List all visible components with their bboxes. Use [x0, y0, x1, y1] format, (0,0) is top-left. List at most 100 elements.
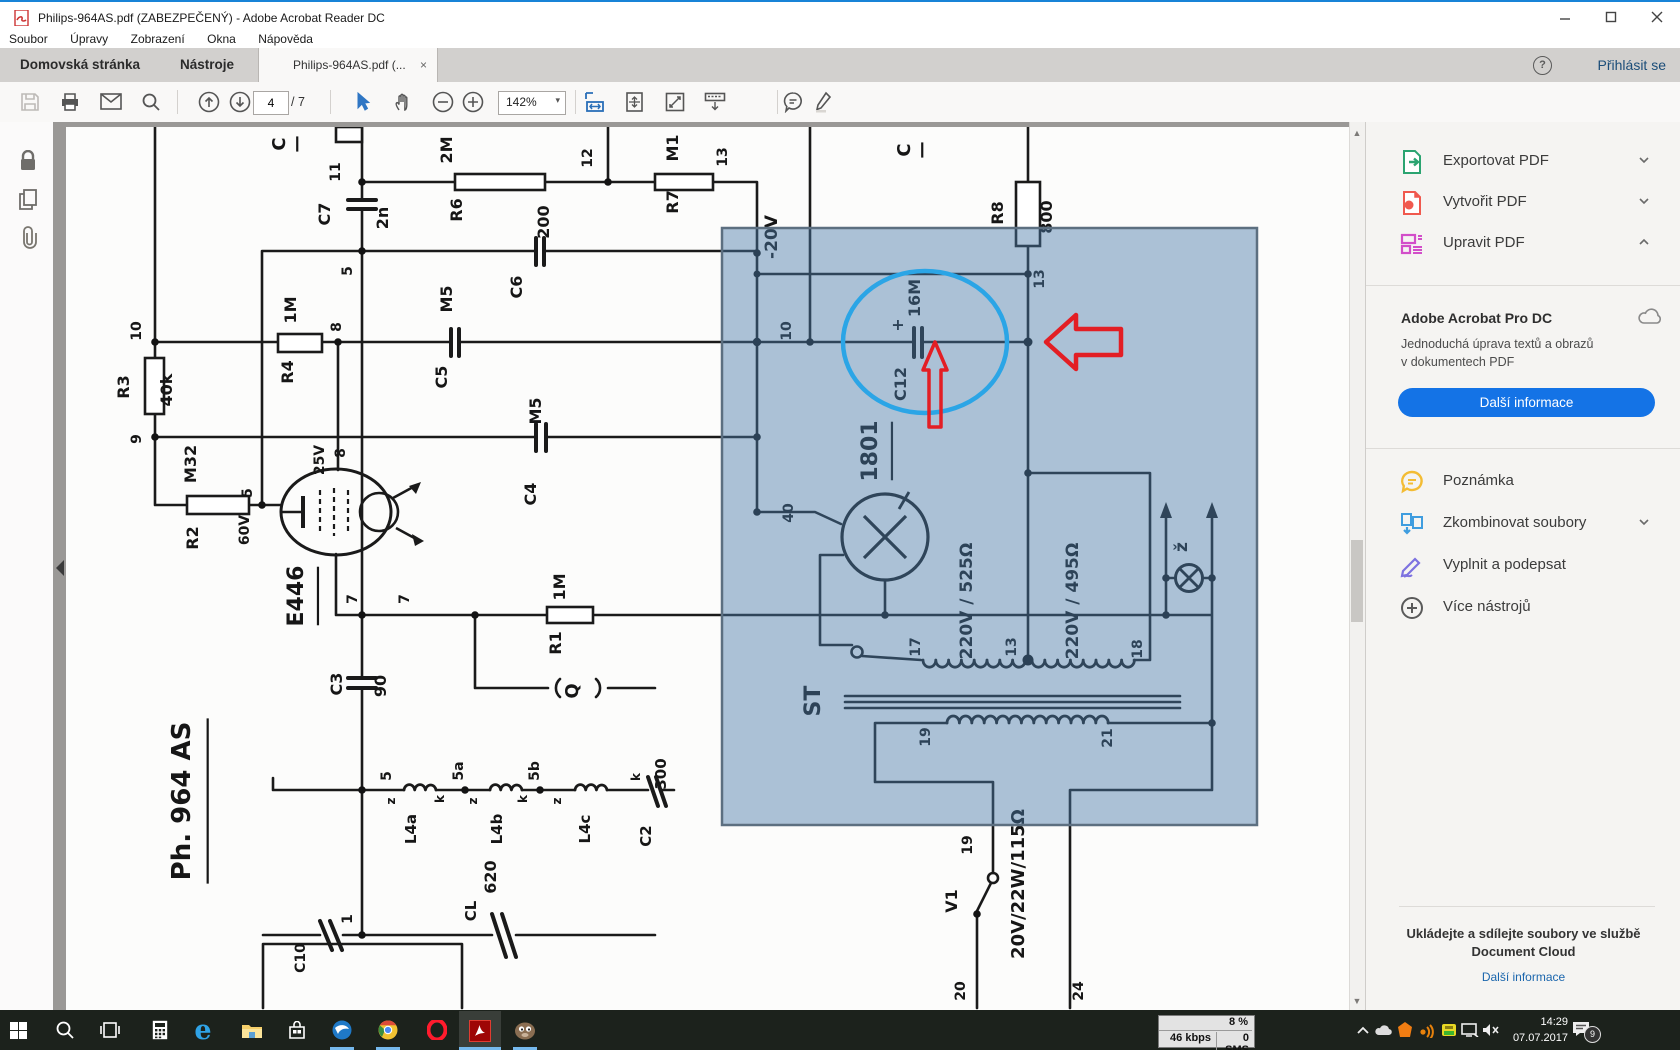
tab-home[interactable]: Domovská stránka	[20, 48, 140, 82]
fill-sign-icon	[1399, 553, 1425, 579]
paperclip-icon[interactable]	[17, 226, 39, 250]
avast-icon[interactable]	[1394, 1010, 1416, 1050]
comment-tool-icon[interactable]	[776, 82, 810, 122]
sign-in-link[interactable]: Přihlásit se	[1598, 48, 1666, 82]
tool-create-pdf[interactable]: Vytvořit PDF	[1366, 182, 1680, 222]
zoom-out-button[interactable]	[426, 82, 460, 122]
taskbar-clock[interactable]: 14:29 07.07.2017	[1498, 1014, 1568, 1046]
collapse-left-panel-handle[interactable]	[56, 560, 64, 576]
schematic-label: M5	[526, 397, 545, 424]
schematic-label: 5a	[451, 761, 467, 780]
tool-combine-files[interactable]: Zkombinovat soubory	[1366, 503, 1680, 543]
zoom-in-button[interactable]	[456, 82, 490, 122]
schematic-label: C	[894, 143, 915, 156]
previous-page-button[interactable]	[192, 82, 226, 122]
start-button[interactable]	[0, 1010, 38, 1050]
print-button[interactable]	[53, 82, 87, 122]
tool-fill-sign[interactable]: Vyplnit a podepsat	[1366, 545, 1680, 585]
tab-document[interactable]: Philips-964AS.pdf (... ×	[258, 48, 438, 82]
select-tool-icon[interactable]	[346, 82, 380, 122]
phone-icon[interactable]	[1438, 1010, 1460, 1050]
presentation-icon[interactable]	[698, 82, 732, 122]
fit-width-icon[interactable]	[578, 82, 612, 122]
maximize-button[interactable]	[1588, 2, 1634, 32]
taskbar-search-icon[interactable]	[45, 1010, 85, 1050]
onedrive-icon[interactable]	[1373, 1010, 1395, 1050]
menu-soubor[interactable]: Soubor	[0, 30, 57, 48]
schematic-label: C3	[327, 673, 346, 696]
page-number-input[interactable]	[253, 91, 289, 115]
schematic-label: 9	[129, 434, 145, 444]
schematic-label: 11	[328, 162, 344, 181]
lock-icon[interactable]	[18, 150, 38, 172]
tray-chevron-up-icon[interactable]	[1352, 1010, 1374, 1050]
copy-pages-icon[interactable]	[18, 188, 38, 212]
switch-v1	[988, 873, 998, 883]
chevron-up-icon[interactable]	[1638, 236, 1650, 248]
next-page-button[interactable]	[223, 82, 257, 122]
minimize-button[interactable]	[1542, 2, 1588, 32]
tools-panel: Exportovat PDF Vytvořit PDF Upravit PDF …	[1365, 122, 1680, 1010]
tool-comment[interactable]: Poznámka	[1366, 461, 1680, 501]
footer-promo-link[interactable]: Další informace	[1366, 970, 1680, 984]
hand-tool-icon[interactable]	[386, 82, 420, 122]
export-pdf-icon	[1399, 149, 1425, 175]
tab-tools[interactable]: Nástroje	[180, 48, 234, 82]
schematic-label: C4	[521, 483, 540, 506]
search-icon[interactable]	[134, 82, 168, 122]
highlighter-tool-icon[interactable]	[806, 82, 840, 122]
volume-signal-icon[interactable]	[1416, 1010, 1438, 1050]
fullscreen-icon[interactable]	[658, 82, 692, 122]
save-button[interactable]	[13, 82, 47, 122]
create-pdf-icon	[1399, 190, 1425, 216]
schematic-label: C	[269, 137, 290, 150]
edge-icon[interactable]: e	[183, 1010, 223, 1050]
menu-zobrazeni[interactable]: Zobrazení	[122, 30, 194, 48]
tool-edit-pdf[interactable]: Upravit PDF	[1366, 223, 1680, 263]
store-icon[interactable]	[277, 1010, 317, 1050]
more-info-button[interactable]: Další informace	[1398, 388, 1655, 417]
help-icon[interactable]: ?	[1533, 56, 1552, 75]
fit-page-icon[interactable]	[618, 82, 652, 122]
pdf-file-icon	[14, 10, 30, 26]
gimp-icon[interactable]	[505, 1010, 545, 1050]
zoom-value: 142%	[506, 95, 537, 109]
schematic-label: 7	[397, 594, 413, 604]
chevron-down-icon[interactable]	[1638, 154, 1650, 166]
email-button[interactable]	[94, 82, 128, 122]
schematic-label: Q	[562, 683, 583, 698]
opera-icon[interactable]	[417, 1010, 457, 1050]
schematic-label: k	[516, 794, 530, 803]
zoom-level-select[interactable]: 142% ▾	[498, 91, 566, 115]
chevron-down-icon[interactable]	[1638, 195, 1650, 207]
task-view-icon[interactable]	[90, 1010, 130, 1050]
calculator-icon[interactable]	[140, 1010, 180, 1050]
action-center-icon[interactable]: 9	[1570, 1010, 1600, 1050]
tool-more-tools[interactable]: Více nástrojů	[1366, 587, 1680, 627]
scroll-down-icon[interactable]: ▼	[1352, 996, 1362, 1006]
file-explorer-icon[interactable]	[232, 1010, 272, 1050]
chrome-icon[interactable]	[368, 1010, 408, 1050]
network-display-icon[interactable]	[1459, 1010, 1481, 1050]
schematic-label: 2n	[373, 207, 392, 230]
tool-export-pdf[interactable]: Exportovat PDF	[1366, 141, 1680, 181]
close-button[interactable]	[1634, 2, 1680, 32]
thunderbird-icon[interactable]	[322, 1010, 362, 1050]
title-bar: Philips-964AS.pdf (ZABEZPEČENÝ) - Adobe …	[0, 0, 1680, 32]
net-meter-widget[interactable]: 8 % 46 kbps 0 SMS	[1158, 1015, 1255, 1048]
scrollbar-thumb[interactable]	[1351, 540, 1363, 622]
schematic-label: 5	[379, 771, 395, 781]
acrobat-reader-taskbar-active[interactable]	[459, 1011, 501, 1049]
schematic-label: k	[433, 794, 447, 803]
tab-close-icon[interactable]: ×	[420, 48, 427, 82]
schematic-label: V1	[942, 889, 961, 913]
chevron-down-icon: ▾	[555, 95, 560, 106]
schematic-label: R8	[988, 201, 1007, 224]
plus-circle-icon	[1399, 595, 1425, 621]
menu-upravy[interactable]: Úpravy	[61, 30, 117, 48]
menu-okna[interactable]: Okna	[198, 30, 245, 48]
menu-napoveda[interactable]: Nápověda	[249, 30, 322, 48]
scroll-up-icon[interactable]: ▲	[1352, 128, 1362, 138]
chevron-down-icon[interactable]	[1638, 516, 1650, 528]
window-title: Philips-964AS.pdf (ZABEZPEČENÝ) - Adobe …	[38, 2, 385, 32]
